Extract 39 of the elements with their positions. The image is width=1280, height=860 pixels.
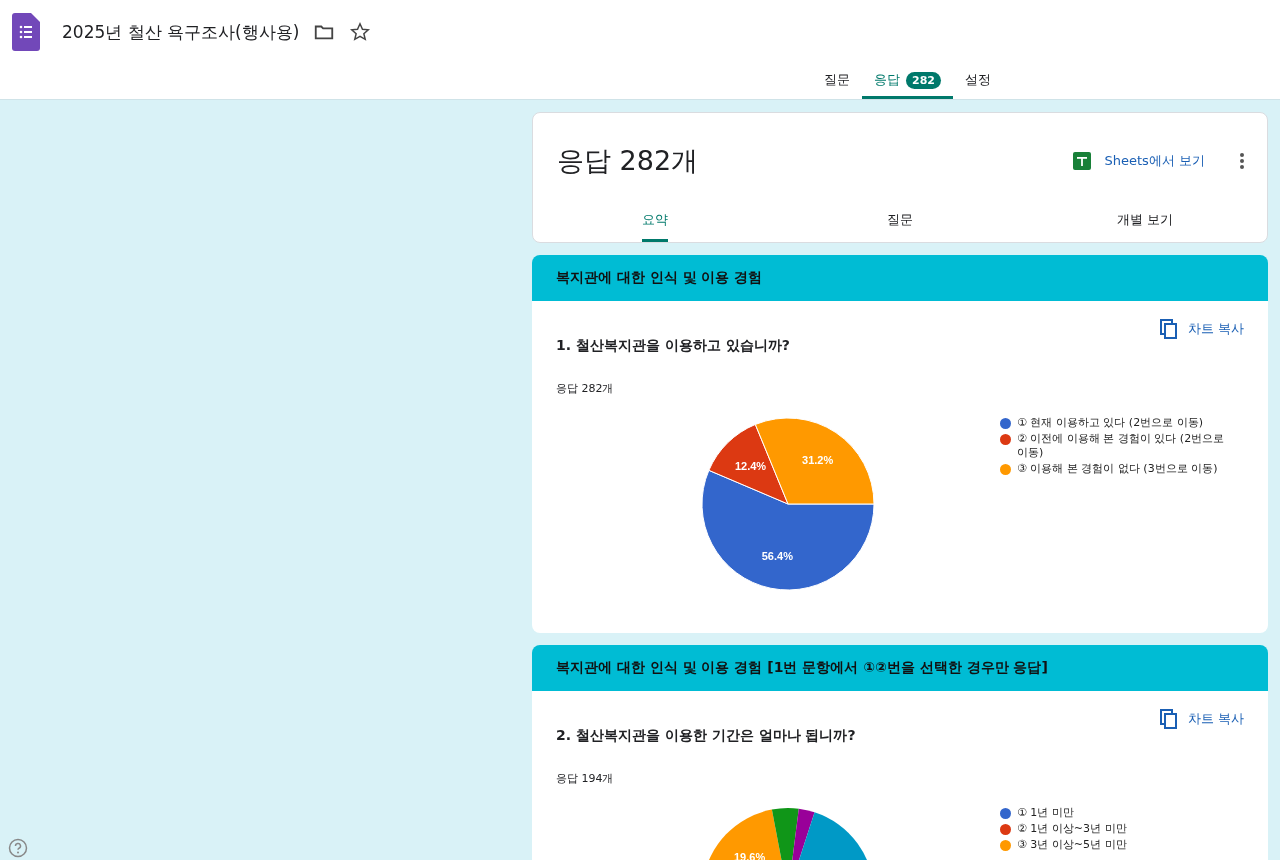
slice-label: 56.4% <box>761 550 793 563</box>
legend-label: ② 이전에 이용해 본 경험이 있다 (2번으로 이동) <box>1017 432 1226 460</box>
section-header: 복지관에 대한 인식 및 이용 경험 <box>532 255 1268 301</box>
legend-label: ① 현재 이용하고 있다 (2번으로 이동) <box>1017 416 1203 430</box>
legend-label: ③ 3년 이상~5년 미만 <box>1017 838 1127 852</box>
legend-label: ① 1년 미만 <box>1017 806 1074 820</box>
summary-tab[interactable]: 개별 보기 <box>1116 203 1173 242</box>
copy-icon <box>1159 319 1178 339</box>
response-count: 응답 194개 <box>556 771 615 786</box>
form-title[interactable]: 2025년 철산 욕구조사(행사용) <box>62 20 300 44</box>
count-badge: 282 <box>906 71 941 89</box>
slice-label: 12.4% <box>734 460 767 473</box>
summary-tab[interactable]: 요약 <box>642 203 669 242</box>
legend-dot <box>1000 418 1011 429</box>
sheets-button[interactable]: Sheets에서 보기 <box>1062 146 1215 176</box>
legend-dot <box>1000 840 1011 851</box>
help-icon[interactable] <box>8 838 28 858</box>
forms-logo-icon[interactable] <box>12 13 40 51</box>
copy-chart-button[interactable]: 차트 복사 <box>1159 319 1244 339</box>
legend-dot <box>1000 464 1011 475</box>
legend-label: ② 1년 이상~3년 미만 <box>1017 822 1127 836</box>
summary-tab[interactable]: 질문 <box>887 203 913 242</box>
legend-dot <box>1000 824 1011 835</box>
legend-dot <box>1000 808 1011 819</box>
copy-icon <box>1159 709 1178 729</box>
legend-label: ③ 이용해 본 경험이 없다 (3번으로 이동) <box>1017 462 1218 476</box>
sheets-icon <box>1072 152 1091 170</box>
header-tab[interactable]: 질문 <box>812 64 862 99</box>
response-count: 응답 282개 <box>556 381 615 396</box>
legend-dot <box>1000 434 1011 445</box>
star-icon[interactable] <box>349 21 372 43</box>
slice-label: 31.2% <box>802 453 834 466</box>
copy-chart-button[interactable]: 차트 복사 <box>1159 709 1244 729</box>
responses-title: 응답 282개 <box>557 144 700 178</box>
section-header: 복지관에 대한 인식 및 이용 경험 [1번 문항에서 ①②번을 선택한 경우만 응답] <box>532 645 1268 691</box>
header-tab[interactable]: 응답 282 <box>862 64 953 99</box>
question-text: 1. 철산복지관을 이용하고 있습니까? <box>556 337 791 355</box>
question-text: 2. 철산복지관을 이용한 기간은 얼마나 됩니까? <box>556 727 857 745</box>
header-tab[interactable]: 설정 <box>953 64 1003 99</box>
